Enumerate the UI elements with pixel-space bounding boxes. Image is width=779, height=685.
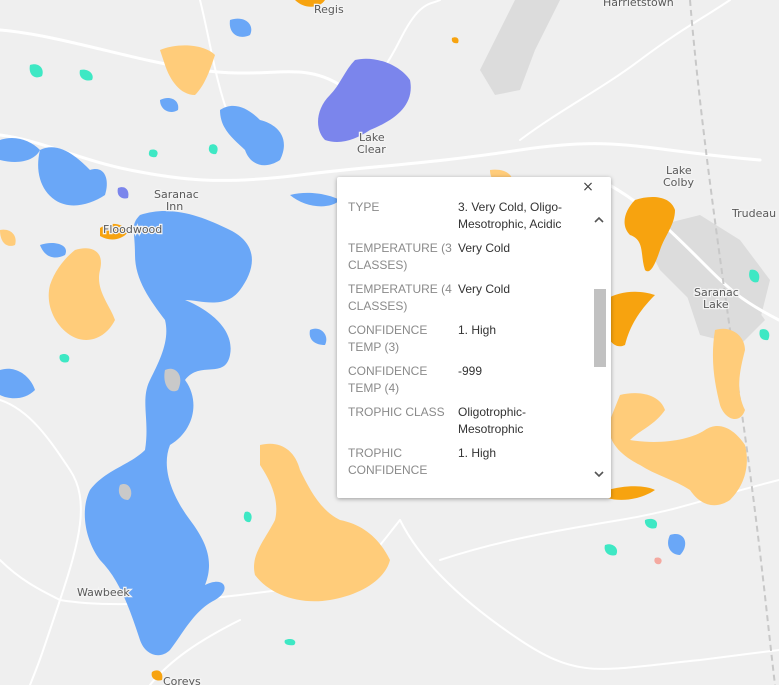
feature-popup: × TYPE 3. Very Cold, Oligo-Mesotrophic, …: [337, 177, 611, 498]
attribute-row: TEMPERATURE (4 CLASSES) Very Cold: [337, 281, 593, 315]
attribute-value: Oligotrophic-Mesotrophic: [458, 405, 527, 436]
attribute-key: TEMPERATURE (3 CLASSES): [348, 241, 452, 272]
scroll-down-icon[interactable]: [592, 467, 606, 481]
attribute-row: TROPHIC CONFIDENCE 1. High: [337, 445, 593, 479]
attribute-value: 3. Very Cold, Oligo-Mesotrophic, Acidic: [458, 200, 563, 231]
place-label-coreys: Coreys: [163, 675, 201, 685]
attribute-value: 1. High: [458, 446, 497, 460]
place-label-lake-colby-2: Colby: [663, 176, 694, 189]
place-label-harrietstown: Harrietstown: [603, 0, 674, 9]
place-label-lake-clear-2: Clear: [357, 143, 386, 156]
attribute-row: TROPHIC CLASS Oligotrophic-Mesotrophic: [337, 404, 593, 438]
attribute-row: CONFIDENCE TEMP (4) -999: [337, 363, 593, 397]
close-icon[interactable]: ×: [581, 180, 595, 194]
scrollbar-track[interactable]: [594, 229, 606, 465]
place-label-trudeau: Trudeau: [731, 207, 776, 220]
place-label-saranac-inn-2: Inn: [166, 200, 183, 213]
attribute-key: CONFIDENCE TEMP (4): [348, 364, 428, 395]
attribute-row: CONFIDENCE TEMP (3) 1. High: [337, 322, 593, 356]
attribute-value: Very Cold: [458, 282, 511, 296]
place-label-regis: Regis: [314, 3, 344, 16]
attribute-key: CONFIDENCE TEMP (3): [348, 323, 428, 354]
scrollbar-thumb[interactable]: [594, 289, 606, 367]
popup-scrollbar[interactable]: [592, 213, 606, 481]
attribute-row: TYPE 3. Very Cold, Oligo-Mesotrophic, Ac…: [337, 199, 593, 233]
attribute-row: TEMPERATURE (3 CLASSES) Very Cold: [337, 240, 593, 274]
popup-attribute-list[interactable]: TYPE 3. Very Cold, Oligo-Mesotrophic, Ac…: [337, 199, 593, 497]
scroll-up-icon[interactable]: [592, 213, 606, 227]
attribute-value: -999: [458, 364, 483, 378]
place-label-saranac-lake-2: Lake: [703, 298, 729, 311]
place-label-floodwood: Floodwood: [103, 223, 162, 236]
attribute-key: TROPHIC CONFIDENCE: [348, 446, 428, 477]
attribute-key: TYPE: [348, 200, 380, 214]
attribute-key: TEMPERATURE (4 CLASSES): [348, 282, 452, 313]
attribute-value: 1. High: [458, 323, 497, 337]
place-label-wawbeek: Wawbeek: [77, 586, 130, 599]
attribute-key: TROPHIC CLASS: [348, 405, 445, 419]
attribute-value: Very Cold: [458, 241, 511, 255]
